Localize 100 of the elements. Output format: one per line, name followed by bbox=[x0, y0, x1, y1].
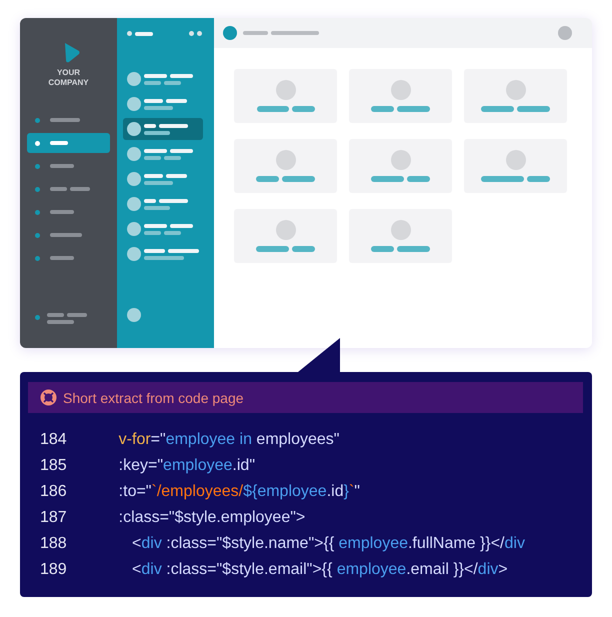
placeholder-bar bbox=[144, 198, 156, 202]
placeholder-bar bbox=[67, 313, 87, 317]
list-item[interactable] bbox=[123, 118, 203, 140]
placeholder-bar bbox=[397, 106, 430, 112]
placeholder-bar bbox=[144, 174, 163, 178]
placeholder-bar bbox=[256, 246, 289, 252]
avatar-circle bbox=[127, 197, 141, 211]
placeholder-bar bbox=[144, 206, 170, 210]
avatar-circle bbox=[390, 220, 410, 240]
placeholder-bar bbox=[256, 176, 279, 182]
placeholder-bar bbox=[144, 248, 165, 252]
placeholder-bar bbox=[292, 246, 315, 252]
placeholder-bar bbox=[168, 248, 199, 252]
avatar-circle bbox=[506, 80, 526, 100]
dot-icon bbox=[35, 232, 40, 238]
placeholder-bar bbox=[144, 230, 161, 234]
avatar-circle bbox=[276, 150, 296, 170]
placeholder-bar bbox=[170, 148, 193, 152]
placeholder-bar bbox=[144, 124, 156, 128]
placeholder-bar bbox=[481, 176, 524, 182]
avatar-circle bbox=[223, 26, 237, 40]
dot-icon bbox=[127, 31, 132, 36]
placeholder-bar bbox=[164, 230, 181, 234]
avatar-circle bbox=[127, 72, 141, 86]
dot-icon bbox=[35, 164, 40, 168]
placeholder-bar bbox=[50, 210, 74, 214]
placeholder-bar bbox=[144, 130, 170, 134]
placeholder-bar bbox=[243, 31, 268, 35]
placeholder-bar bbox=[271, 31, 319, 35]
avatar-circle bbox=[127, 222, 141, 236]
line-number: 185 bbox=[39, 457, 68, 475]
placeholder-bar bbox=[135, 32, 153, 36]
avatar-circle bbox=[127, 147, 141, 161]
line-number: 188 bbox=[39, 535, 68, 553]
placeholder-bar bbox=[144, 80, 161, 84]
line-number: 186 bbox=[39, 483, 68, 501]
avatar-circle bbox=[390, 80, 410, 100]
dot-icon bbox=[35, 315, 40, 320]
placeholder-bar bbox=[371, 106, 394, 112]
code-line: :key="employee.id" bbox=[118, 457, 255, 475]
avatar-circle bbox=[276, 220, 296, 240]
company-name: YOUR COMPANY bbox=[47, 68, 90, 88]
placeholder-bar bbox=[47, 313, 64, 317]
placeholder-bar bbox=[144, 98, 163, 102]
placeholder-bar bbox=[159, 124, 188, 128]
placeholder-bar bbox=[517, 106, 550, 112]
code-line: <div :class="$style.name">{{ employee.fullName }}</div bbox=[131, 535, 525, 553]
avatar-circle bbox=[390, 150, 410, 170]
avatar-circle bbox=[506, 150, 526, 170]
avatar-circle bbox=[276, 80, 296, 100]
avatar-circle bbox=[127, 97, 141, 111]
line-number: 187 bbox=[39, 509, 68, 527]
avatar-circle bbox=[558, 26, 572, 40]
line-number: 184 bbox=[39, 431, 68, 449]
placeholder-bar bbox=[371, 246, 394, 252]
nav-item[interactable] bbox=[27, 133, 110, 153]
dot-icon bbox=[35, 210, 40, 214]
placeholder-bar bbox=[144, 224, 167, 228]
dot-icon bbox=[35, 256, 40, 260]
code-line: <div :class="$style.email">{{ employee.email }}</div> bbox=[131, 561, 508, 579]
dot-icon bbox=[197, 31, 202, 36]
dot-icon bbox=[35, 186, 40, 192]
placeholder-bar bbox=[144, 256, 184, 260]
placeholder-bar bbox=[527, 176, 550, 182]
placeholder-bar bbox=[50, 164, 74, 168]
placeholder-bar bbox=[50, 233, 82, 237]
avatar-circle bbox=[127, 247, 141, 261]
code-line: v-for="employee in employees" bbox=[118, 431, 340, 449]
placeholder-bar bbox=[481, 106, 514, 112]
placeholder-bar bbox=[47, 320, 74, 324]
placeholder-bar bbox=[170, 224, 193, 228]
lifebuoy-icon bbox=[40, 389, 57, 406]
placeholder-bar bbox=[50, 118, 80, 122]
placeholder-bar bbox=[159, 198, 188, 202]
placeholder-bar bbox=[170, 74, 193, 78]
placeholder-bar bbox=[144, 148, 167, 152]
placeholder-bar bbox=[397, 246, 430, 252]
dot-icon bbox=[35, 118, 40, 122]
notice-text: Short extract from code page bbox=[63, 390, 244, 406]
placeholder-bar bbox=[144, 156, 161, 160]
code-line: :to="`/employees/${employee.id}`" bbox=[118, 483, 360, 501]
placeholder-bar bbox=[50, 256, 74, 260]
line-number: 189 bbox=[39, 561, 68, 579]
avatar-circle bbox=[127, 122, 141, 136]
placeholder-bar bbox=[50, 141, 68, 145]
placeholder-bar bbox=[164, 80, 181, 84]
placeholder-bar bbox=[282, 176, 315, 182]
placeholder-bar bbox=[50, 187, 67, 191]
dot-icon bbox=[35, 140, 40, 146]
avatar-circle bbox=[127, 308, 141, 322]
logo-icon bbox=[63, 42, 80, 63]
placeholder-bar bbox=[166, 174, 187, 178]
code-line: :class="$style.employee"> bbox=[118, 509, 306, 527]
placeholder-bar bbox=[166, 98, 187, 102]
dot-icon bbox=[189, 31, 194, 36]
placeholder-bar bbox=[70, 187, 90, 191]
placeholder-bar bbox=[371, 176, 404, 182]
placeholder-bar bbox=[164, 156, 181, 160]
placeholder-bar bbox=[144, 74, 167, 78]
placeholder-bar bbox=[407, 176, 430, 182]
